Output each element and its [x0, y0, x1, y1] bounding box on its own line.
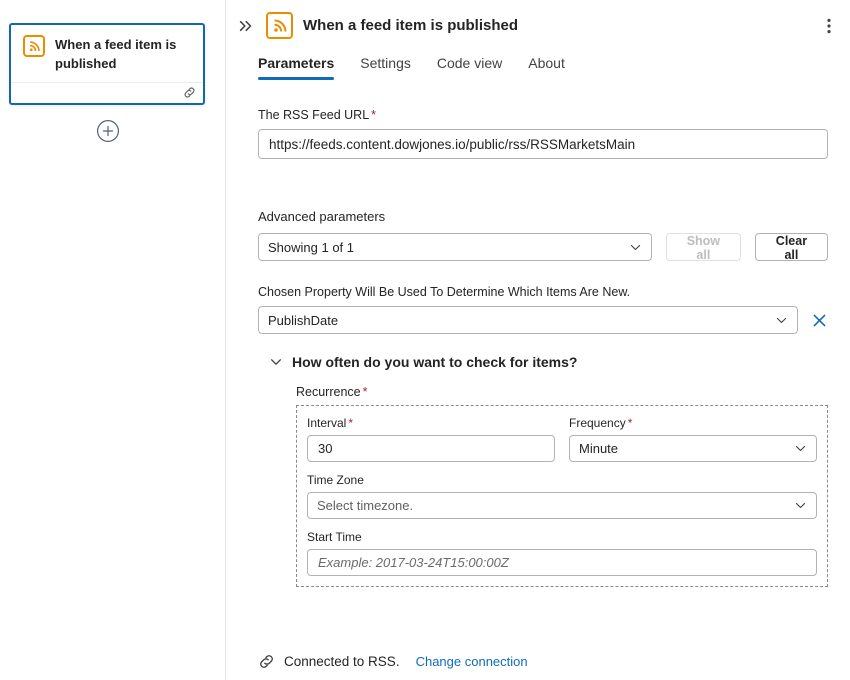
chosen-property-label: Chosen Property Will Be Used To Determin… — [258, 285, 828, 299]
change-connection-link[interactable]: Change connection — [416, 654, 528, 669]
start-time-field: Start Time — [307, 530, 817, 576]
chosen-property-dropdown[interactable]: PublishDate — [258, 306, 798, 334]
clear-all-button[interactable]: Clear all — [755, 233, 828, 261]
required-marker: * — [348, 416, 353, 430]
timezone-placeholder: Select timezone. — [317, 498, 413, 513]
add-action-button[interactable] — [96, 119, 120, 143]
chevron-down-icon — [794, 442, 807, 455]
frequency-label: Frequency* — [569, 416, 817, 430]
connected-text: Connected to RSS. — [284, 654, 400, 669]
trigger-card-title: When a feed item is published — [55, 35, 193, 74]
connection-footer: Connected to RSS. Change connection — [258, 653, 528, 670]
timezone-dropdown[interactable]: Select timezone. — [307, 492, 817, 519]
start-time-input[interactable] — [307, 549, 817, 576]
required-marker: * — [371, 108, 376, 122]
trigger-settings-panel: When a feed item is published Parameters… — [227, 0, 850, 680]
parameters-content: The RSS Feed URL* Advanced parameters Sh… — [227, 108, 850, 587]
frequency-value: Minute — [579, 441, 618, 456]
chevron-down-icon — [629, 241, 642, 254]
chosen-property-row: PublishDate — [258, 306, 828, 334]
timezone-field: Time Zone Select timezone. — [307, 473, 817, 519]
connection-link-icon — [183, 86, 196, 99]
remove-parameter-icon[interactable] — [811, 312, 828, 329]
chevron-down-icon — [794, 499, 807, 512]
advanced-dropdown-value: Showing 1 of 1 — [268, 240, 354, 255]
show-all-button[interactable]: Show all — [666, 233, 741, 261]
interval-input[interactable] — [307, 435, 555, 462]
frequency-field: Frequency* Minute — [569, 416, 817, 462]
interval-field: Interval* — [307, 416, 555, 462]
recurrence-section-toggle[interactable]: How often do you want to check for items… — [269, 354, 828, 370]
advanced-parameters-dropdown[interactable]: Showing 1 of 1 — [258, 233, 652, 261]
interval-label: Interval* — [307, 416, 555, 430]
timezone-label: Time Zone — [307, 473, 817, 487]
advanced-parameters-label: Advanced parameters — [258, 209, 828, 224]
tab-about[interactable]: About — [528, 55, 565, 80]
required-marker: * — [363, 385, 368, 399]
trigger-card-main: When a feed item is published — [11, 25, 203, 82]
chosen-property-value: PublishDate — [268, 313, 338, 328]
trigger-card-footer — [11, 82, 203, 103]
panel-header: When a feed item is published — [227, 0, 850, 39]
rss-icon — [266, 12, 293, 39]
start-time-label: Start Time — [307, 530, 817, 544]
collapse-panel-icon[interactable] — [237, 17, 255, 35]
more-options-icon[interactable] — [820, 17, 838, 35]
recurrence-box: Interval* Frequency* Minute — [296, 405, 828, 587]
tab-settings[interactable]: Settings — [360, 55, 411, 80]
recurrence-section-title: How often do you want to check for items… — [292, 354, 577, 370]
required-marker: * — [628, 416, 633, 430]
rss-icon — [23, 35, 45, 57]
tab-parameters[interactable]: Parameters — [258, 55, 334, 80]
panel-tabs: Parameters Settings Code view About — [227, 55, 850, 80]
recurrence-label: Recurrence* — [296, 385, 828, 399]
flow-canvas: When a feed item is published — [0, 0, 226, 680]
tab-code-view[interactable]: Code view — [437, 55, 502, 80]
recurrence-group: Recurrence* Interval* Frequency* Minute — [296, 385, 828, 587]
frequency-dropdown[interactable]: Minute — [569, 435, 817, 462]
rss-url-label: The RSS Feed URL* — [258, 108, 828, 122]
connection-link-icon — [258, 653, 275, 670]
chevron-down-icon — [269, 355, 283, 369]
rss-url-input[interactable] — [258, 129, 828, 159]
advanced-parameters-row: Showing 1 of 1 Show all Clear all — [258, 233, 828, 261]
chevron-down-icon — [775, 314, 788, 327]
panel-title: When a feed item is published — [303, 17, 820, 34]
trigger-card[interactable]: When a feed item is published — [9, 23, 205, 105]
